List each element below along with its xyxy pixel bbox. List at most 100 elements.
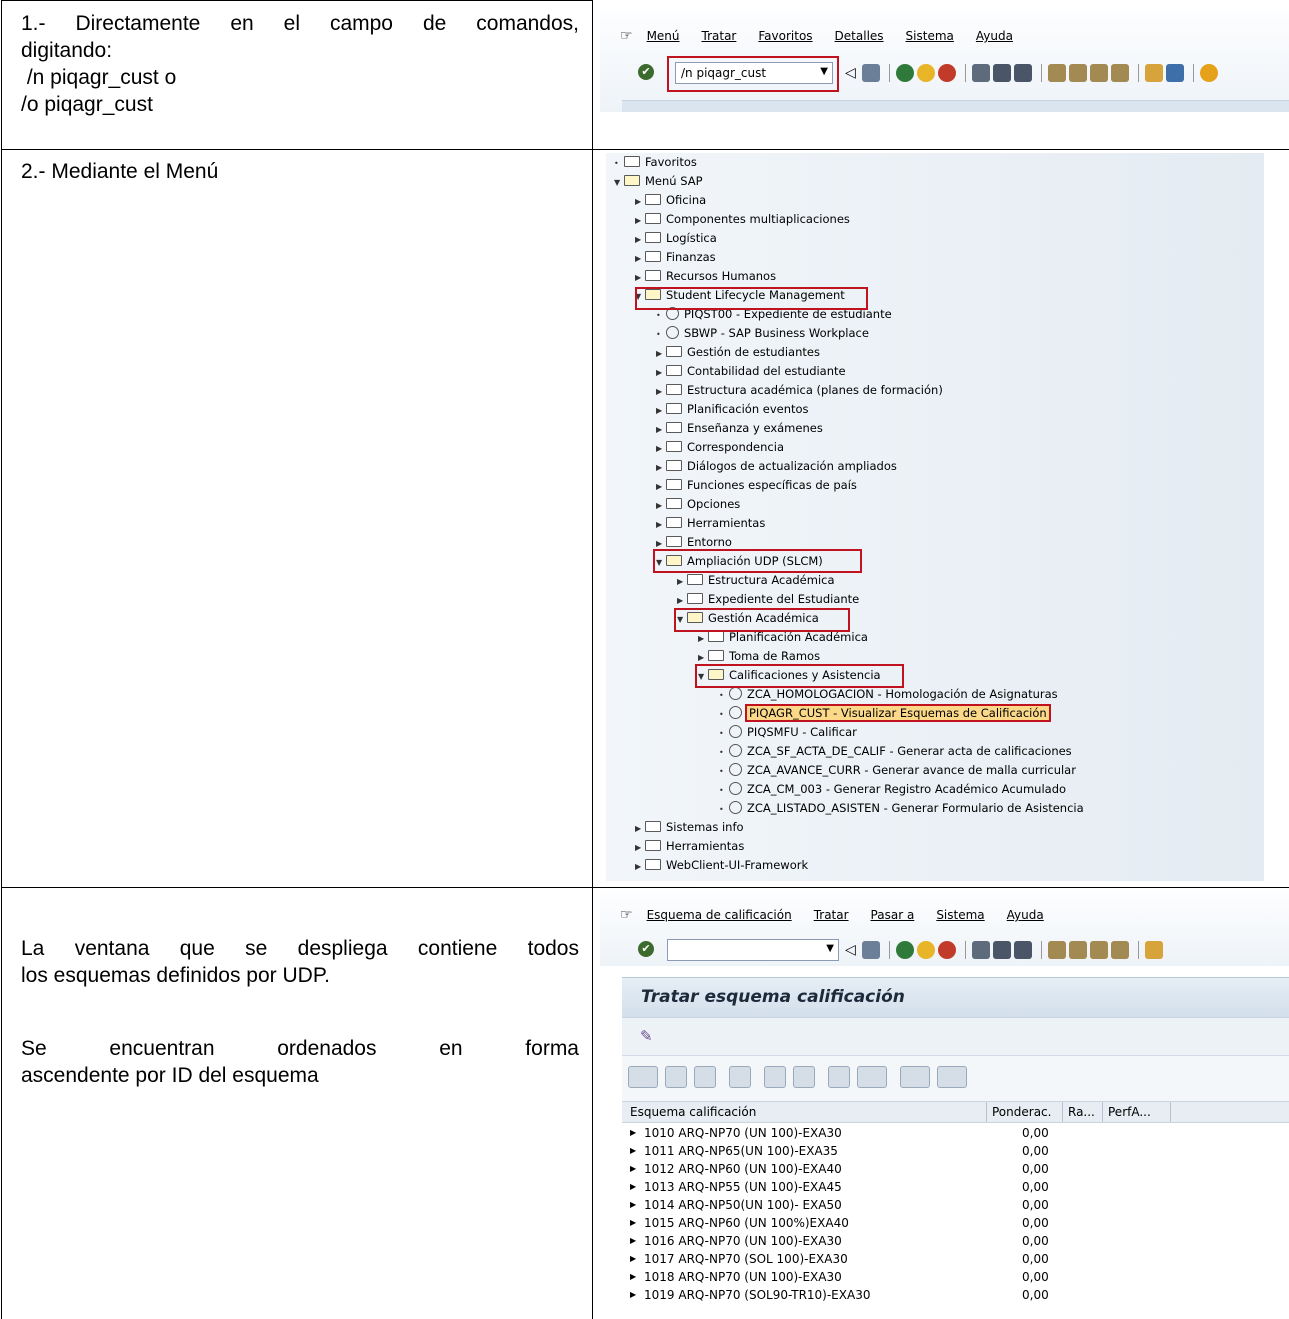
tree-node[interactable]: ▶ Logística: [635, 229, 717, 248]
print-icon[interactable]: [971, 941, 990, 959]
exit-icon[interactable]: ☞: [620, 907, 633, 923]
command-field[interactable]: ▼: [667, 939, 839, 961]
table-row[interactable]: ▶ 1015 ARQ-NP60 (UN 100%)EXA40 0,00: [622, 1214, 1289, 1232]
change-display-icon[interactable]: ✎: [640, 1027, 653, 1045]
menu-item-detalles[interactable]: Detalles: [835, 29, 884, 43]
expand-right-icon[interactable]: ▶: [635, 857, 645, 876]
tree-node[interactable]: ▶ Herramientas: [656, 514, 765, 533]
menu-item-ayuda[interactable]: Ayuda: [976, 29, 1013, 43]
menu-item-tratar[interactable]: Tratar: [814, 908, 849, 922]
tree-node[interactable]: • PIQSMFU - Calificar: [719, 723, 857, 742]
tree-node[interactable]: • PIQAGR_CUST - Visualizar Esquemas de Ca…: [719, 704, 1051, 723]
table-row[interactable]: ▶ 1016 ARQ-NP70 (UN 100)-EXA30 0,00: [622, 1232, 1289, 1250]
menu-item-esquema[interactable]: Esquema de calificación: [647, 908, 792, 922]
expand-right-icon[interactable]: ▶: [630, 1142, 636, 1160]
new-session-icon[interactable]: [1144, 64, 1163, 82]
tree-node[interactable]: ▶ Oficina: [635, 191, 706, 210]
column-header-perfa[interactable]: PerfA...: [1108, 1102, 1151, 1122]
back-triangle-icon[interactable]: ◁: [845, 65, 856, 81]
back-triangle-icon[interactable]: ◁: [845, 942, 856, 958]
sum-icon[interactable]: [857, 1066, 887, 1088]
table-row[interactable]: ▶ 1011 ARQ-NP65(UN 100)-EXA35 0,00: [622, 1142, 1289, 1160]
save-icon[interactable]: [861, 941, 880, 959]
delete-icon[interactable]: [694, 1066, 716, 1088]
expand-right-icon[interactable]: ▶: [635, 249, 645, 268]
expand-right-icon[interactable]: ▶: [635, 192, 645, 211]
tree-node[interactable]: • SBWP - SAP Business Workplace: [656, 324, 869, 343]
table-row[interactable]: ▶ 1013 ARQ-NP55 (UN 100)-EXA45 0,00: [622, 1178, 1289, 1196]
menu-item-pasar[interactable]: Pasar a: [871, 908, 915, 922]
cancel-icon[interactable]: [937, 941, 956, 959]
tree-node[interactable]: ▶ WebClient-UI-Framework: [635, 856, 808, 875]
last-page-icon[interactable]: [1110, 941, 1129, 959]
table-row[interactable]: ▶ 1012 ARQ-NP60 (UN 100)-EXA40 0,00: [622, 1160, 1289, 1178]
tree-node[interactable]: • Favoritos: [614, 153, 697, 172]
tree-node[interactable]: ▶ Planificación eventos: [656, 400, 809, 419]
menu-item-sistema[interactable]: Sistema: [906, 29, 954, 43]
new-session-icon[interactable]: [1144, 941, 1163, 959]
expand-right-icon[interactable]: ▶: [630, 1286, 636, 1304]
create-icon[interactable]: [628, 1066, 658, 1088]
expand-right-icon[interactable]: ▶: [656, 458, 666, 477]
exit-yellow-icon[interactable]: [916, 941, 935, 959]
expand-right-icon[interactable]: ▶: [656, 477, 666, 496]
tree-node[interactable]: • ZCA_SF_ACTA_DE_CALIF - Generar acta de …: [719, 742, 1072, 761]
last-page-icon[interactable]: [1110, 64, 1129, 82]
expand-right-icon[interactable]: ▶: [656, 382, 666, 401]
expand-right-icon[interactable]: ▶: [630, 1268, 636, 1286]
expand-right-icon[interactable]: ▶: [656, 420, 666, 439]
menu-item-tratar[interactable]: Tratar: [702, 29, 737, 43]
tree-node[interactable]: ▶ Correspondencia: [656, 438, 784, 457]
prev-page-icon[interactable]: [1068, 941, 1087, 959]
menu-item-sistema[interactable]: Sistema: [936, 908, 984, 922]
next-page-icon[interactable]: [1089, 64, 1108, 82]
expand-right-icon[interactable]: ▶: [630, 1232, 636, 1250]
expand-right-icon[interactable]: ▶: [630, 1196, 636, 1214]
tree-node[interactable]: ▶ Estructura académica (planes de formaci…: [656, 381, 943, 400]
enter-check-icon[interactable]: ✔: [638, 64, 654, 80]
find-icon[interactable]: [992, 64, 1011, 82]
expand-right-icon[interactable]: ▶: [635, 819, 645, 838]
tree-node[interactable]: ▶ Contabilidad del estudiante: [656, 362, 846, 381]
exit-icon[interactable]: ☞: [620, 28, 633, 44]
table-row[interactable]: ▶ 1010 ARQ-NP70 (UN 100)-EXA30 0,00: [622, 1124, 1289, 1142]
expand-right-icon[interactable]: ▶: [630, 1250, 636, 1268]
expand-right-icon[interactable]: ▶: [656, 496, 666, 515]
tree-node[interactable]: ▶ Sistemas info: [635, 818, 744, 837]
expand-right-icon[interactable]: ▶: [656, 344, 666, 363]
expand-right-icon[interactable]: ▶: [656, 515, 666, 534]
tree-node[interactable]: ▶ Expediente del Estudiante: [677, 590, 859, 609]
print-icon[interactable]: [971, 64, 990, 82]
tree-node[interactable]: ▶ Opciones: [656, 495, 740, 514]
prev-page-icon[interactable]: [1068, 64, 1087, 82]
tree-node[interactable]: ▶ Funciones específicas de país: [656, 476, 857, 495]
dropdown-arrow-icon[interactable]: ▼: [826, 943, 834, 954]
menu-item-favoritos[interactable]: Favoritos: [758, 29, 812, 43]
exit-yellow-icon[interactable]: [916, 64, 935, 82]
tree-node[interactable]: • ZCA_CM_003 - Generar Registro Académico…: [719, 780, 1066, 799]
table-row[interactable]: ▶ 1014 ARQ-NP50(UN 100)- EXA50 0,00: [622, 1196, 1289, 1214]
tree-node[interactable]: • ZCA_AVANCE_CURR - Generar avance de mal…: [719, 761, 1076, 780]
tree-node[interactable]: ▶ Gestión de estudiantes: [656, 343, 820, 362]
expand-all-icon[interactable]: [764, 1066, 786, 1088]
expand-down-icon[interactable]: ▼: [614, 173, 624, 192]
expand-right-icon[interactable]: ▶: [630, 1214, 636, 1232]
find-icon[interactable]: [828, 1066, 850, 1088]
find-next-icon[interactable]: [1013, 64, 1032, 82]
print-icon[interactable]: [900, 1066, 930, 1088]
expand-right-icon[interactable]: ▶: [656, 439, 666, 458]
expand-right-icon[interactable]: ▶: [677, 572, 687, 591]
shortcut-icon[interactable]: [1165, 64, 1184, 82]
save-icon[interactable]: [729, 1066, 751, 1088]
tree-node[interactable]: ▶ Enseñanza y exámenes: [656, 419, 823, 438]
save-icon[interactable]: [861, 64, 880, 82]
column-header-ponderac[interactable]: Ponderac.: [992, 1102, 1051, 1122]
expand-right-icon[interactable]: ▶: [635, 211, 645, 230]
expand-right-icon[interactable]: ▶: [630, 1178, 636, 1196]
expand-right-icon[interactable]: ▶: [656, 363, 666, 382]
tree-node[interactable]: • ZCA_LISTADO_ASISTEN - Generar Formulari…: [719, 799, 1084, 818]
table-row[interactable]: ▶ 1018 ARQ-NP70 (UN 100)-EXA30 0,00: [622, 1268, 1289, 1286]
tree-node[interactable]: ▼ Menú SAP: [614, 172, 703, 191]
first-page-icon[interactable]: [1047, 941, 1066, 959]
layout-icon[interactable]: [937, 1066, 967, 1088]
